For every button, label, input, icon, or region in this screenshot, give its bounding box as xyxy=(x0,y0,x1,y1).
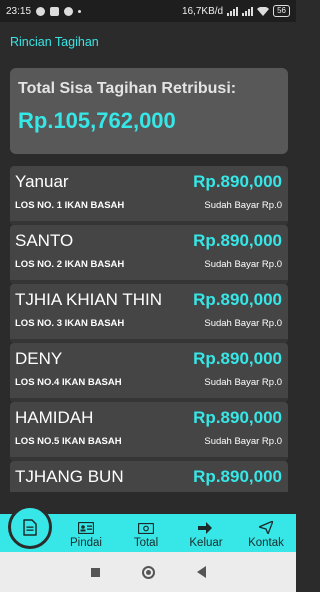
more-notifications-icon xyxy=(78,9,82,13)
cash-icon xyxy=(138,523,154,534)
document-icon xyxy=(23,518,37,536)
item-los: LOS NO.5 IKAN BASAH xyxy=(15,436,122,447)
status-bar: 23:15 16,7KB/d 56 xyxy=(0,0,296,22)
notification-icon xyxy=(36,6,46,16)
item-status: Sudah Bayar Rp.0 xyxy=(204,318,282,329)
system-nav-bar xyxy=(0,552,296,592)
status-bar-right: 16,7KB/d 56 xyxy=(182,5,290,17)
id-card-icon xyxy=(78,522,94,534)
nav-kontak-label: Kontak xyxy=(248,537,284,549)
back-button-icon[interactable] xyxy=(196,566,206,578)
signal-icon xyxy=(227,6,239,16)
status-bar-left: 23:15 xyxy=(6,5,82,17)
item-name: TJHANG BUN xyxy=(15,467,124,486)
list-item[interactable]: Yanuar Rp.890,000 LOS NO. 1 IKAN BASAH S… xyxy=(10,166,288,225)
item-amount: Rp.890,000 xyxy=(193,290,282,309)
list-item[interactable]: HAMIDAH Rp.890,000 LOS NO.5 IKAN BASAH S… xyxy=(10,402,288,461)
app-bar: Rincian Tagihan xyxy=(0,22,296,62)
nav-keluar-label: Keluar xyxy=(189,537,223,549)
summary-card: Total Sisa Tagihan Retribusi: Rp.105,762… xyxy=(10,68,288,154)
nav-kontak[interactable]: Kontak xyxy=(236,514,296,552)
item-status: Sudah Bayar Rp.0 xyxy=(204,259,282,270)
logout-icon xyxy=(198,522,212,534)
list-item[interactable]: DENY Rp.890,000 LOS NO.4 IKAN BASAH Suda… xyxy=(10,343,288,402)
item-name: HAMIDAH xyxy=(15,408,94,427)
list-item[interactable]: TJHANG BUN Rp.890,000 xyxy=(10,461,288,492)
item-status: Sudah Bayar Rp.0 xyxy=(204,436,282,447)
list-item[interactable]: TJHIA KHIAN THIN Rp.890,000 LOS NO. 3 IK… xyxy=(10,284,288,343)
app-notification-icon xyxy=(50,6,60,16)
item-amount: Rp.890,000 xyxy=(193,172,282,191)
item-amount: Rp.890,000 xyxy=(193,408,282,427)
item-los: LOS NO.4 IKAN BASAH xyxy=(15,377,122,388)
item-name: SANTO xyxy=(15,231,74,250)
item-status: Sudah Bayar Rp.0 xyxy=(204,377,282,388)
network-speed: 16,7KB/d xyxy=(181,5,224,17)
messenger-icon xyxy=(64,6,74,16)
document-fab-button[interactable] xyxy=(8,505,52,549)
item-los: LOS NO. 3 IKAN BASAH xyxy=(15,318,125,329)
list-item[interactable]: SANTO Rp.890,000 LOS NO. 2 IKAN BASAH Su… xyxy=(10,225,288,284)
summary-amount: Rp.105,762,000 xyxy=(18,108,176,133)
nav-keluar[interactable]: Keluar xyxy=(176,514,236,552)
wifi-icon xyxy=(257,6,270,16)
summary-label: Total Sisa Tagihan Retribusi: xyxy=(18,80,237,97)
nav-pindai[interactable]: Pindai xyxy=(56,514,116,552)
home-button-icon[interactable] xyxy=(141,565,155,579)
nav-total[interactable]: Total xyxy=(116,514,176,552)
item-name: Yanuar xyxy=(15,172,69,191)
item-name: TJHIA KHIAN THIN xyxy=(15,290,163,309)
nav-pindai-label: Pindai xyxy=(70,537,102,549)
item-name: DENY xyxy=(15,349,63,368)
battery-icon: 56 xyxy=(273,5,290,17)
billing-list[interactable]: Yanuar Rp.890,000 LOS NO. 1 IKAN BASAH S… xyxy=(10,166,288,492)
item-los: LOS NO. 1 IKAN BASAH xyxy=(15,200,125,211)
nav-total-label: Total xyxy=(133,537,159,549)
item-amount: Rp.890,000 xyxy=(193,231,282,250)
page-title: Rincian Tagihan xyxy=(10,35,99,49)
item-amount: Rp.890,000 xyxy=(193,349,282,368)
item-status: Sudah Bayar Rp.0 xyxy=(204,200,282,211)
item-amount: Rp.890,000 xyxy=(193,467,282,486)
recents-button-icon[interactable] xyxy=(90,567,100,577)
item-los: LOS NO. 2 IKAN BASAH xyxy=(15,259,125,270)
signal-2-icon xyxy=(242,6,254,16)
send-icon xyxy=(259,521,273,534)
status-time: 23:15 xyxy=(6,5,32,17)
